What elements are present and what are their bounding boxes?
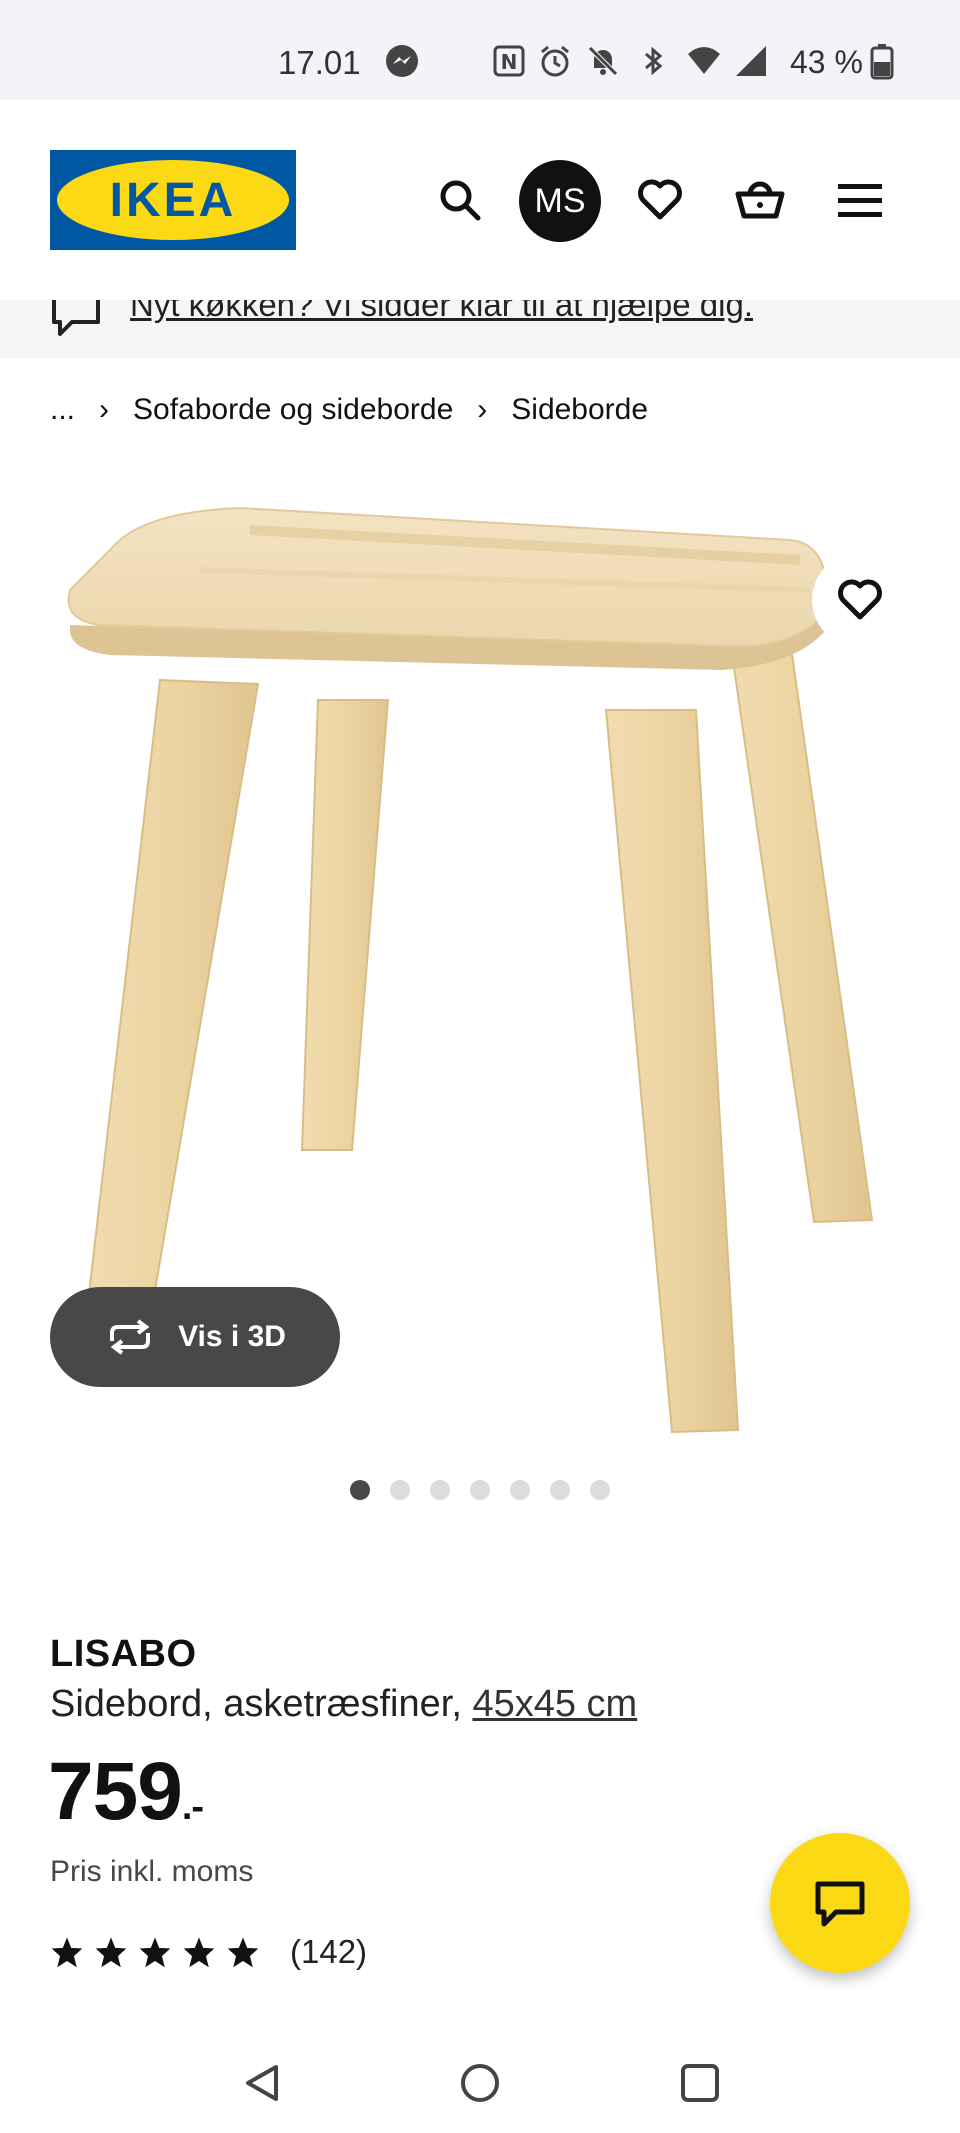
carousel-dot[interactable]: [430, 1480, 450, 1500]
add-to-favourites-button[interactable]: [812, 552, 908, 648]
breadcrumb-ellipsis[interactable]: ...: [50, 393, 75, 427]
mute-bell-icon: [586, 44, 620, 78]
product-rating[interactable]: (142): [50, 1933, 367, 1971]
logo-text: IKEA: [110, 174, 237, 227]
breadcrumb-item-sideborde[interactable]: Sideborde: [511, 393, 648, 427]
star-icon: [95, 1937, 127, 1968]
chevron-right-icon: ›: [99, 393, 110, 426]
recents-button[interactable]: [670, 2053, 730, 2113]
signal-icon: [734, 44, 768, 78]
hamburger-menu-icon: [838, 184, 882, 217]
status-time: 17.01: [278, 44, 361, 81]
home-button[interactable]: [450, 2053, 510, 2113]
product-price: 759.-: [48, 1745, 204, 1839]
battery-icon: [870, 44, 904, 80]
carousel-dot[interactable]: [470, 1480, 490, 1500]
chevron-right-icon: ›: [477, 393, 488, 426]
messenger-icon: [385, 44, 419, 78]
star-icon: [227, 1937, 259, 1968]
banner-link[interactable]: Nyt køkken? Vi sidder klar til at hjælpe…: [130, 300, 753, 324]
star-icon: [183, 1937, 215, 1968]
basket-icon: [735, 181, 785, 219]
search-icon: [440, 180, 481, 221]
vat-note: Pris inkl. moms: [50, 1855, 254, 1888]
nfc-icon: N: [492, 44, 526, 78]
chat-icon: [815, 1881, 865, 1927]
rotate-3d-icon: [110, 1319, 151, 1355]
alarm-icon: [538, 44, 572, 78]
battery-percent: 43 %: [790, 44, 863, 80]
product-name: LISABO: [50, 1633, 197, 1675]
view-in-3d-button[interactable]: Vis i 3D: [50, 1287, 340, 1387]
chat-bubble-icon: [50, 300, 102, 343]
star-icon: [139, 1937, 171, 1968]
price-value: 759: [48, 1746, 183, 1837]
favourites-button[interactable]: [620, 160, 700, 240]
menu-button[interactable]: [820, 160, 900, 240]
search-button[interactable]: [420, 160, 500, 240]
carousel-dot[interactable]: [350, 1480, 370, 1500]
carousel-dot[interactable]: [510, 1480, 530, 1500]
product-description-text: Sidebord, asketræsfiner,: [50, 1683, 462, 1725]
back-button[interactable]: [232, 2053, 292, 2113]
view-in-3d-label: Vis i 3D: [178, 1320, 286, 1353]
carousel-dot[interactable]: [590, 1480, 610, 1500]
product-size-link[interactable]: 45x45 cm: [472, 1683, 637, 1725]
product-description: Sidebord, asketræsfiner, 45x45 cm: [50, 1683, 637, 1726]
basket-button[interactable]: [720, 160, 800, 240]
rating-stars: [50, 1936, 260, 1968]
ikea-logo[interactable]: IKEA: [50, 150, 296, 250]
review-count: (142): [290, 1933, 368, 1970]
breadcrumb-item-sofaborde[interactable]: Sofaborde og sideborde: [133, 393, 453, 427]
carousel-dot[interactable]: [550, 1480, 570, 1500]
recents-square-icon: [681, 2064, 719, 2102]
image-carousel-dots: [350, 1480, 610, 1500]
breadcrumb: ... › Sofaborde og sideborde › Sideborde: [50, 388, 648, 432]
wifi-icon: [686, 44, 720, 78]
status-bar: 17.01 N 43 %: [0, 0, 960, 100]
price-suffix: .-: [181, 1786, 204, 1828]
bluetooth-icon: [636, 44, 670, 78]
system-navigation-bar: [0, 2033, 960, 2133]
chat-button[interactable]: [770, 1833, 910, 1973]
heart-icon: [638, 179, 682, 220]
profile-avatar[interactable]: MS: [519, 160, 601, 242]
back-triangle-icon: [246, 2065, 278, 2101]
kitchen-help-banner[interactable]: Nyt køkken? Vi sidder klar til at hjælpe…: [0, 300, 960, 358]
carousel-dot[interactable]: [390, 1480, 410, 1500]
svg-text:N: N: [501, 50, 518, 74]
heart-icon: [838, 579, 882, 620]
star-icon: [51, 1937, 83, 1968]
site-header: IKEA MS: [0, 100, 960, 300]
home-circle-icon: [461, 2064, 499, 2102]
